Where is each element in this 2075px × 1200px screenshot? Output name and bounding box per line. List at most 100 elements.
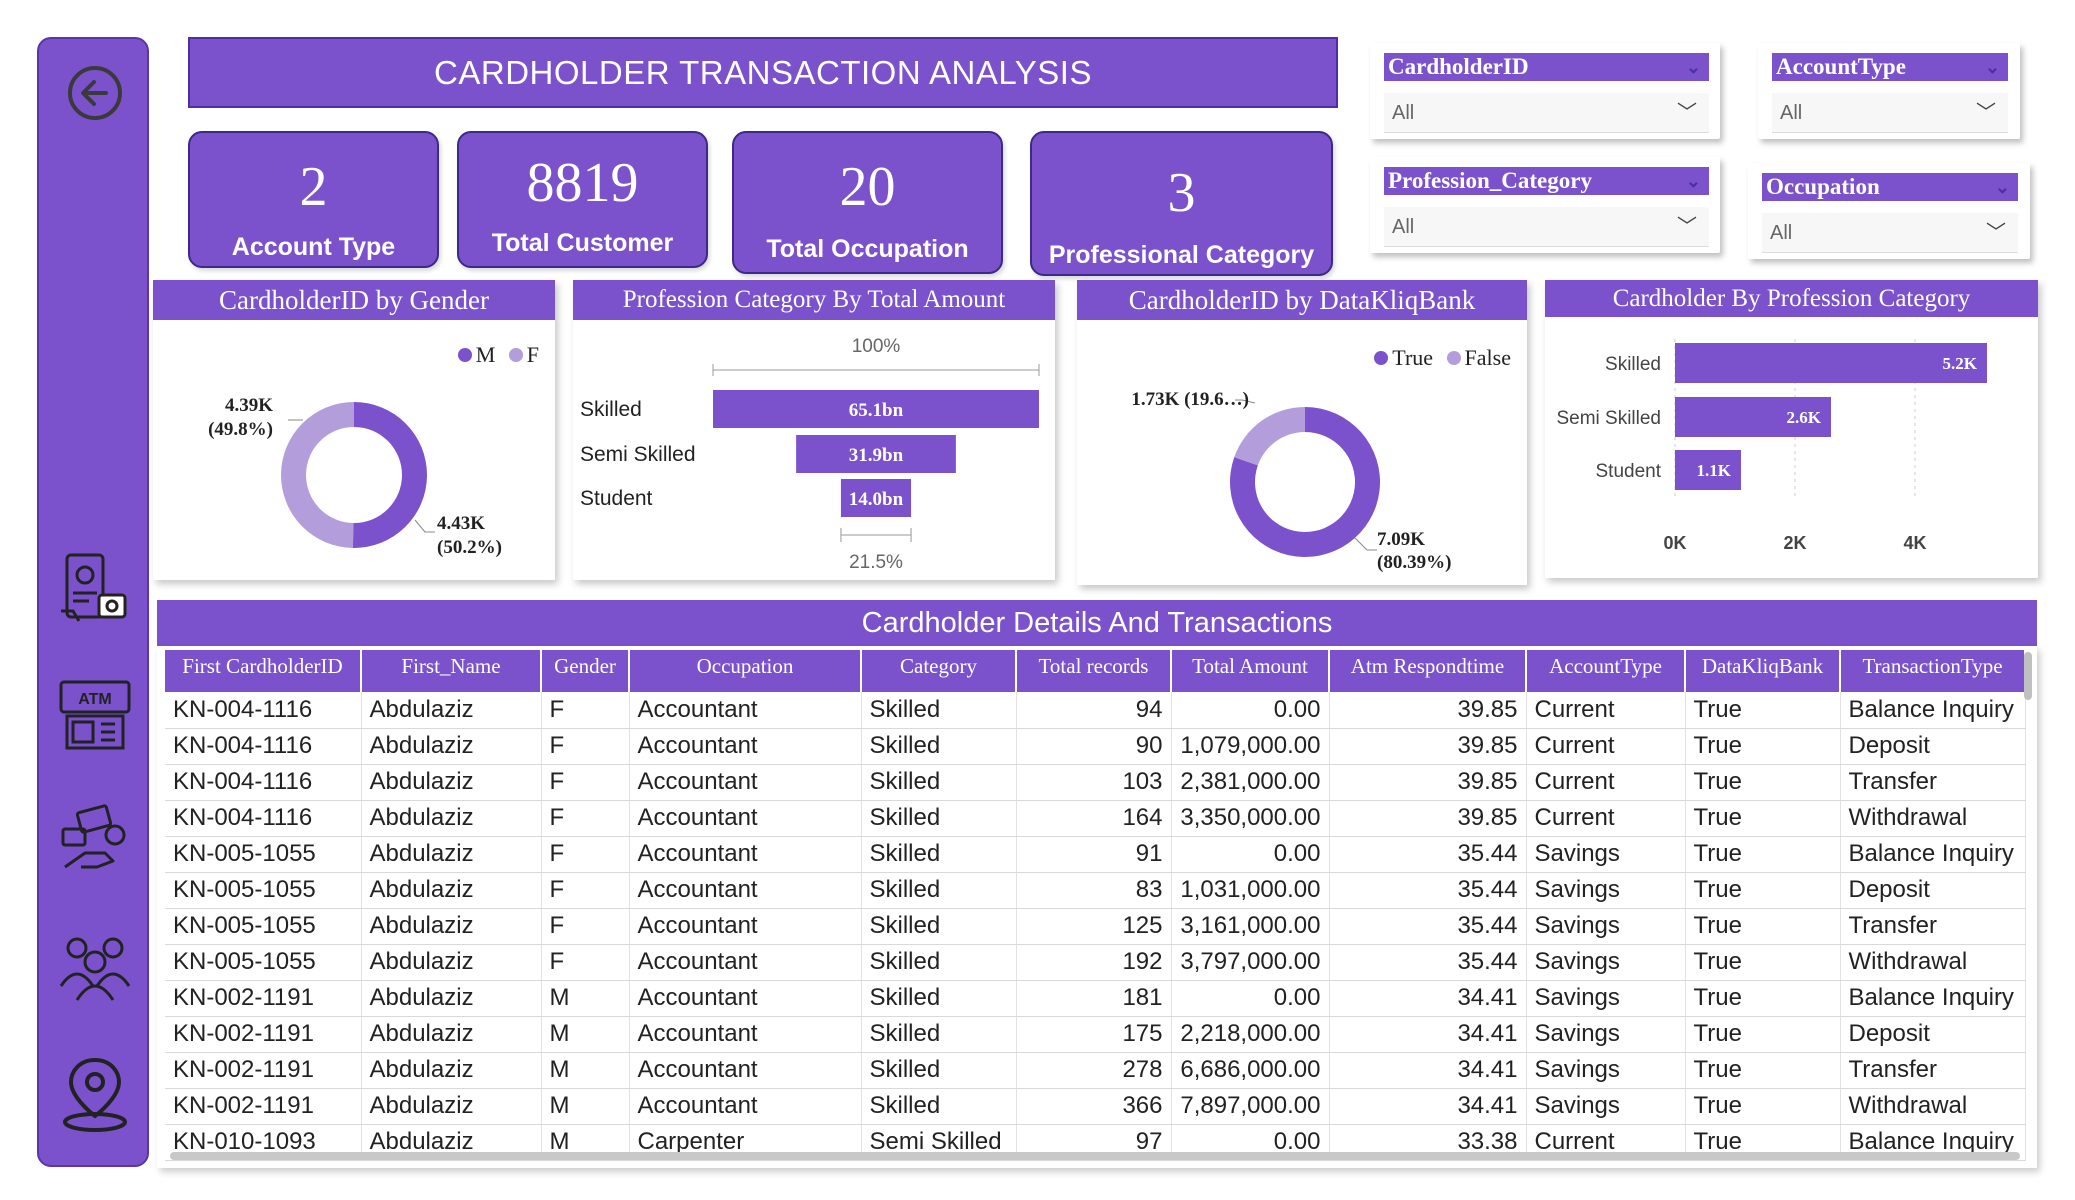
table-cell: F [541,692,630,729]
table-cell: 0.00 [1171,692,1330,729]
table-cell: 278 [1016,1052,1172,1089]
funnel-bottom-label: 21.5% [849,552,903,573]
donut-slice-false [1234,407,1305,466]
chart-profession-amount-panel: Profession Category By Total Amount 100%… [573,280,1055,580]
table-cell: Savings [1526,1016,1686,1053]
column-header[interactable]: First_Name [361,650,542,692]
table-cell: KN-005-1055 [165,944,362,981]
table-cell: Withdrawal [1840,800,2026,837]
people-group-icon[interactable] [39,919,151,1009]
table-cell: Skilled [861,692,1017,729]
table-row[interactable]: KN-002-1191 Abdulaziz M Accountant Skilled 17… [165,1016,2026,1053]
table-cell: Skilled [861,728,1017,765]
table-cell: 175 [1016,1016,1172,1053]
column-header[interactable]: Atm Respondtime [1329,650,1527,692]
funnel-category-label: Skilled [580,398,642,421]
data-label-true-pct: (80.39%) [1377,552,1451,573]
table-cell: Abdulaziz [361,836,542,873]
table-cell: Savings [1526,836,1686,873]
table-row[interactable]: KN-004-1116 Abdulaziz F Accountant Skilled 90… [165,728,2026,765]
slicer-cardholderid: CardholderID ⌄ All ﹀ [1370,43,1720,139]
vertical-scrollbar[interactable] [2024,652,2032,700]
table-cell: 39.85 [1329,764,1527,801]
table-cell: 39.85 [1329,728,1527,765]
table-cell: 94 [1016,692,1172,729]
table-row[interactable]: KN-005-1055 Abdulaziz F Accountant Skilled 91… [165,836,2026,873]
horizontal-scrollbar[interactable] [170,1152,2020,1160]
atm-icon[interactable]: ATM [39,669,151,759]
data-label-f-value: 4.39K [225,395,273,416]
x-tick-label: 4K [1903,533,1926,553]
payment-phone-icon[interactable] [39,544,151,634]
table-cell: KN-002-1191 [165,1016,362,1053]
table-cell: Skilled [861,872,1017,909]
table-cell: 1,079,000.00 [1171,728,1330,765]
table-row[interactable]: KN-004-1116 Abdulaziz F Accountant Skilled 94… [165,692,2026,729]
table-row[interactable]: KN-002-1191 Abdulaziz M Accountant Skilled 18… [165,980,2026,1017]
table-cell: 2,218,000.00 [1171,1016,1330,1053]
table-cell: True [1685,836,1841,873]
column-header[interactable]: Total records [1016,650,1172,692]
slicer-dropdown[interactable]: All ﹀ [1772,93,2008,133]
table-cell: Savings [1526,944,1686,981]
table-cell: True [1685,980,1841,1017]
table-cell: True [1685,692,1841,729]
table-cell: 35.44 [1329,836,1527,873]
table-cell: Balance Inquiry [1840,692,2026,729]
kpi-value: 20 [839,156,896,218]
slicer-dropdown[interactable]: All ﹀ [1762,213,2018,253]
table-cell: Accountant [629,872,862,909]
chart-title: CardholderID by Gender [153,280,555,320]
chevron-down-icon: ⌄ [1685,57,1701,77]
bar-value-label: 1.1K [1697,461,1732,480]
money-hand-icon[interactable] [39,794,151,884]
table-cell: KN-005-1055 [165,836,362,873]
table-cell: 3,350,000.00 [1171,800,1330,837]
table-cell: Abdulaziz [361,944,542,981]
column-header[interactable]: DataKliqBank [1685,650,1841,692]
funnel-bottom-bracket [840,528,912,542]
table-cell: Accountant [629,944,862,981]
table-row[interactable]: KN-005-1055 Abdulaziz F Accountant Skilled 19… [165,944,2026,981]
table-cell: Transfer [1840,908,2026,945]
table-row[interactable]: KN-005-1055 Abdulaziz F Accountant Skilled 83… [165,872,2026,909]
chart-title: Profession Category By Total Amount [573,280,1055,320]
table-row[interactable]: KN-004-1116 Abdulaziz F Accountant Skilled 16… [165,800,2026,837]
table-cell: M [541,1016,630,1053]
funnel-value-label: 31.9bn [849,445,904,466]
location-pin-icon[interactable] [39,1044,151,1144]
table-row[interactable]: KN-002-1191 Abdulaziz M Accountant Skilled 27… [165,1052,2026,1089]
chevron-down-icon: ﹀ [1677,216,1697,238]
table-cell: F [541,836,630,873]
table-cell: Deposit [1840,1016,2026,1053]
column-header[interactable]: First CardholderID [165,650,362,692]
kpi-value: 2 [299,156,328,218]
chevron-down-icon: ﹀ [1976,102,1996,124]
column-header[interactable]: AccountType [1526,650,1686,692]
column-header[interactable]: Occupation [629,650,862,692]
slicer-accounttype: AccountType ⌄ All ﹀ [1758,43,2020,139]
table-cell: 35.44 [1329,872,1527,909]
column-header[interactable]: Total Amount [1171,650,1330,692]
column-header[interactable]: TransactionType [1840,650,2026,692]
slicer-dropdown[interactable]: All ﹀ [1384,207,1709,247]
chevron-down-icon: ⌄ [1685,171,1701,191]
table-row[interactable]: KN-004-1116 Abdulaziz F Accountant Skilled 10… [165,764,2026,801]
table-cell: 34.41 [1329,1016,1527,1053]
table-row[interactable]: KN-002-1191 Abdulaziz M Accountant Skilled 36… [165,1088,2026,1125]
table-cell: KN-002-1191 [165,1052,362,1089]
table-cell: KN-002-1191 [165,1088,362,1125]
table-cell: 164 [1016,800,1172,837]
table-cell: 35.44 [1329,944,1527,981]
kpi-label: Total Customer [491,229,674,257]
back-arrow-icon[interactable] [39,53,151,133]
table-cell: 90 [1016,728,1172,765]
table-cell: Withdrawal [1840,1088,2026,1125]
table-row[interactable]: KN-005-1055 Abdulaziz F Accountant Skilled 12… [165,908,2026,945]
table-cell: Accountant [629,692,862,729]
bar-category-label: Skilled [1605,354,1661,375]
column-header[interactable]: Category [861,650,1017,692]
slicer-dropdown[interactable]: All ﹀ [1384,93,1709,133]
column-header[interactable]: Gender [541,650,630,692]
table-cell: F [541,872,630,909]
